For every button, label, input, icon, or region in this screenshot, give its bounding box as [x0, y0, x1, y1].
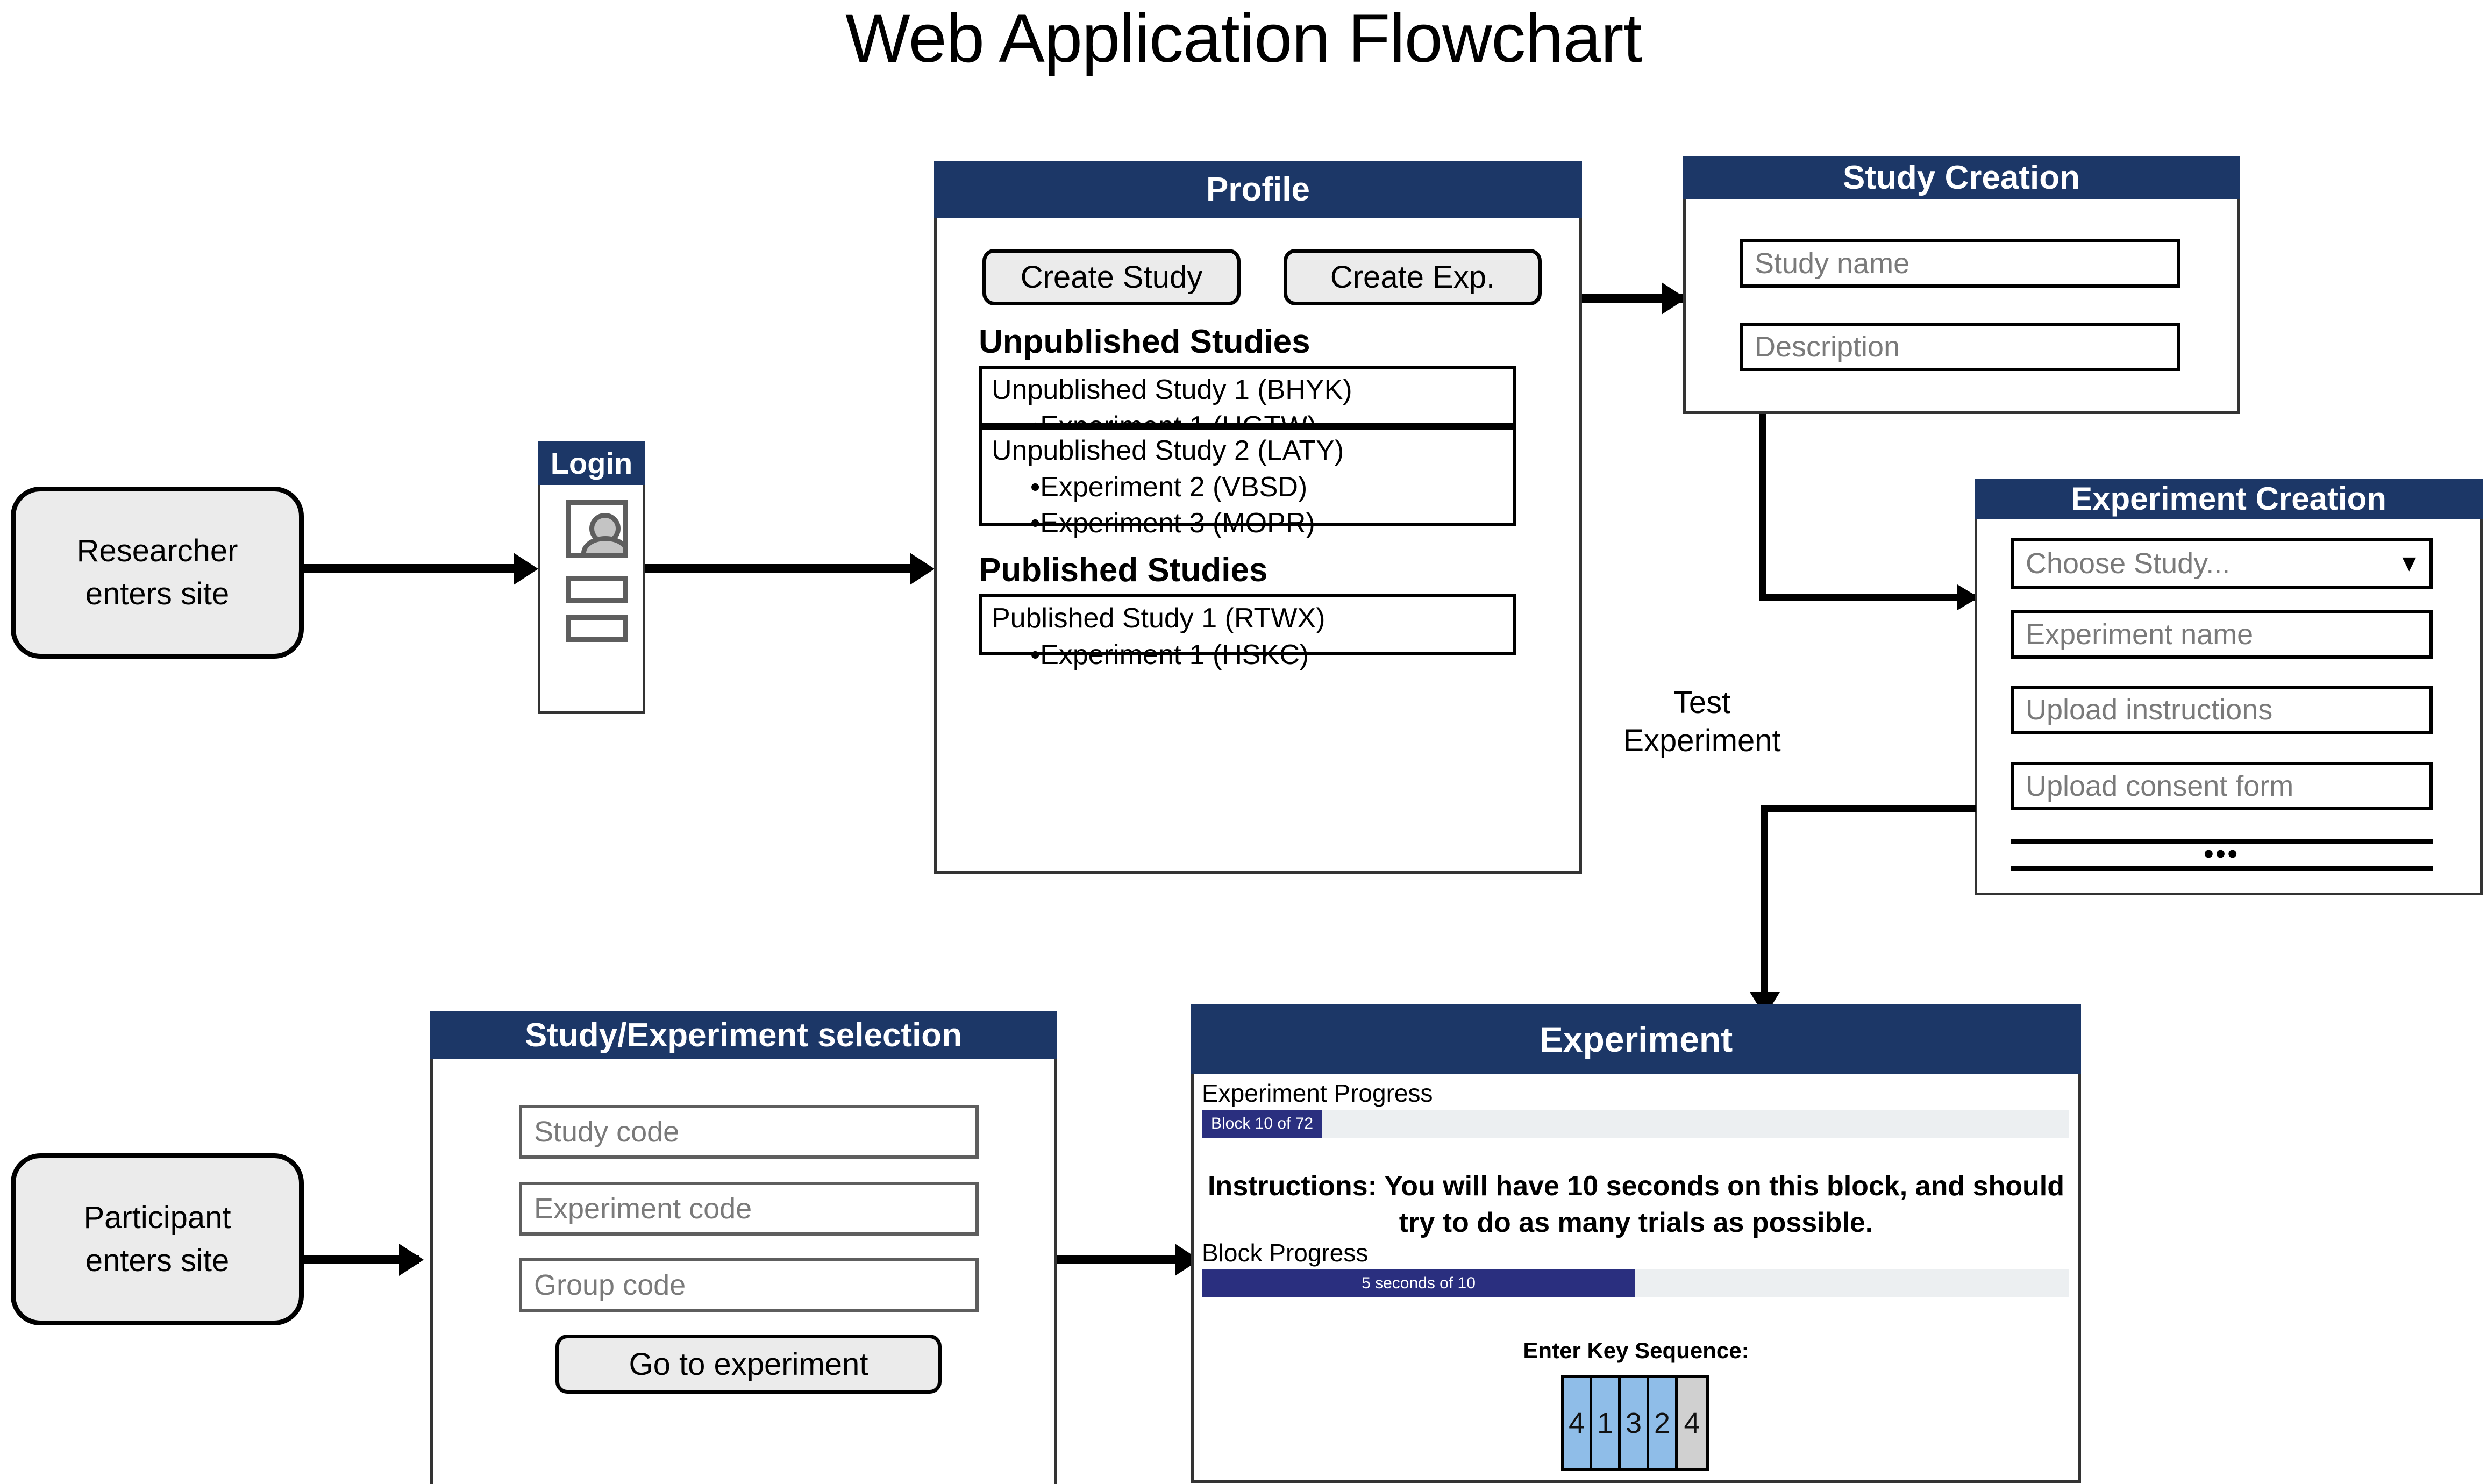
terminator-researcher-enters-site: Researcher enters site [11, 487, 304, 659]
panel-profile: Profile Create Study Create Exp. Unpubli… [934, 161, 1582, 874]
panel-login-title: Login [538, 441, 645, 485]
edge-experiment-creation-left [1761, 805, 1976, 812]
panel-experiment-creation: Experiment Creation Choose Study... ▼ Ex… [1975, 479, 2483, 895]
upload-consent-form-input[interactable]: Upload consent form [2011, 762, 2433, 810]
terminator-participant-enters-site: Participant enters site [11, 1153, 304, 1325]
edge-study-creation-to-experiment-creation [1759, 594, 1977, 601]
panel-selection: Study/Experiment selection Study code Ex… [430, 1011, 1057, 1484]
terminator-researcher-line1: Researcher [76, 533, 238, 568]
unpublished-studies-heading: Unpublished Studies [979, 323, 1310, 360]
description-input[interactable]: Description [1740, 323, 2180, 371]
edge-label-line1: Test [1673, 685, 1731, 720]
panel-experiment-creation-body: Choose Study... ▼ Experiment name Upload… [1975, 519, 2483, 895]
panel-login: Login [538, 441, 645, 714]
page-title: Web Application Flowchart [845, 0, 1642, 77]
panel-experiment: Experiment Experiment Progress Block 10 … [1191, 1004, 2081, 1483]
edge-login-to-profile [645, 564, 920, 573]
edge-login-to-profile-arrowhead [910, 553, 935, 585]
study-name-input[interactable]: Study name [1740, 239, 2180, 288]
experiment-name-input[interactable]: Experiment name [2011, 610, 2433, 659]
key-cell[interactable]: 3 [1621, 1378, 1649, 1468]
experiment-name: •Experiment 1 (HSKC) [1030, 639, 1309, 670]
experiment-progress-bar: Block 10 of 72 [1202, 1110, 2069, 1138]
more-fields-ellipsis: ••• [2204, 838, 2240, 869]
block-progress-label: Block Progress [1202, 1239, 1369, 1267]
experiment-progress-label: Experiment Progress [1202, 1079, 1433, 1107]
experiment-name: •Experiment 3 (MOPR) [1030, 508, 1315, 539]
key-sequence-row[interactable]: 4 1 3 2 4 [1561, 1375, 1709, 1471]
edge-label-test-experiment: Test Experiment [1589, 684, 1815, 760]
key-cell[interactable]: 2 [1649, 1378, 1678, 1468]
enter-key-sequence-label: Enter Key Sequence: [1523, 1338, 1749, 1363]
terminator-researcher-line2: enters site [85, 576, 230, 611]
panel-experiment-title: Experiment [1191, 1004, 2081, 1074]
block-progress-bar: 5 seconds of 10 [1202, 1269, 2069, 1297]
login-password-field[interactable] [566, 615, 628, 642]
panel-study-creation-title: Study Creation [1683, 156, 2240, 199]
user-avatar-icon [566, 500, 628, 558]
chevron-down-icon: ▼ [2397, 550, 2421, 576]
experiment-progress-fill: Block 10 of 72 [1202, 1110, 1323, 1138]
login-username-field[interactable] [566, 576, 628, 603]
panel-selection-title: Study/Experiment selection [430, 1011, 1057, 1059]
published-studies-heading: Published Studies [979, 552, 1268, 589]
create-exp-button[interactable]: Create Exp. [1284, 249, 1542, 305]
list-item-unpublished-study-1[interactable]: Unpublished Study 1 (BHYK) •Experiment 1… [979, 366, 1516, 442]
block-progress-fill: 5 seconds of 10 [1202, 1269, 1635, 1297]
list-item-published-study-1[interactable]: Published Study 1 (RTWX) •Experiment 1 (… [979, 594, 1516, 670]
edge-researcher-to-login [304, 564, 519, 573]
upload-instructions-input[interactable]: Upload instructions [2011, 686, 2433, 734]
study-name: Unpublished Study 1 (BHYK) [992, 374, 1352, 405]
edge-participant-to-selection-arrowhead [399, 1244, 424, 1276]
panel-experiment-creation-title: Experiment Creation [1975, 479, 2483, 519]
panel-study-creation: Study Creation Study name Description [1683, 156, 2240, 414]
terminator-participant-line2: enters site [85, 1243, 230, 1278]
key-cell[interactable]: 4 [1564, 1378, 1592, 1468]
experiment-name: •Experiment 2 (VBSD) [1030, 471, 1308, 503]
panel-study-creation-body: Study name Description [1683, 199, 2240, 414]
edge-label-line2: Experiment [1623, 723, 1781, 758]
terminator-participant-line1: Participant [83, 1200, 231, 1235]
divider-bottom [2011, 866, 2433, 871]
experiment-instructions: Instructions: You will have 10 seconds o… [1207, 1171, 2064, 1238]
choose-study-select[interactable]: Choose Study... ▼ [2011, 538, 2433, 589]
panel-experiment-body: Experiment Progress Block 10 of 72 Instr… [1191, 1074, 2081, 1483]
study-code-input[interactable]: Study code [519, 1105, 979, 1159]
create-study-button[interactable]: Create Study [982, 249, 1241, 305]
study-name: Published Study 1 (RTWX) [992, 603, 1326, 634]
experiment-code-input[interactable]: Experiment code [519, 1182, 979, 1236]
panel-profile-title: Profile [934, 161, 1582, 218]
key-cell[interactable]: 1 [1592, 1378, 1621, 1468]
edge-study-creation-down [1759, 414, 1766, 600]
key-cell[interactable]: 4 [1678, 1378, 1706, 1468]
edge-test-experiment-down [1761, 805, 1768, 1004]
choose-study-select-value: Choose Study... [2026, 547, 2231, 580]
panel-profile-body: Create Study Create Exp. Unpublished Stu… [934, 218, 1582, 874]
study-name: Unpublished Study 2 (LATY) [992, 435, 1344, 466]
flowchart-canvas: Web Application Flowchart Researcher ent… [0, 0, 2487, 1484]
panel-login-body [538, 485, 645, 714]
go-to-experiment-button[interactable]: Go to experiment [555, 1335, 942, 1394]
edge-researcher-to-login-arrowhead [514, 553, 538, 585]
panel-selection-body: Study code Experiment code Group code Go… [430, 1059, 1057, 1484]
group-code-input[interactable]: Group code [519, 1258, 979, 1312]
list-item-unpublished-study-2[interactable]: Unpublished Study 2 (LATY) •Experiment 2… [979, 426, 1516, 539]
